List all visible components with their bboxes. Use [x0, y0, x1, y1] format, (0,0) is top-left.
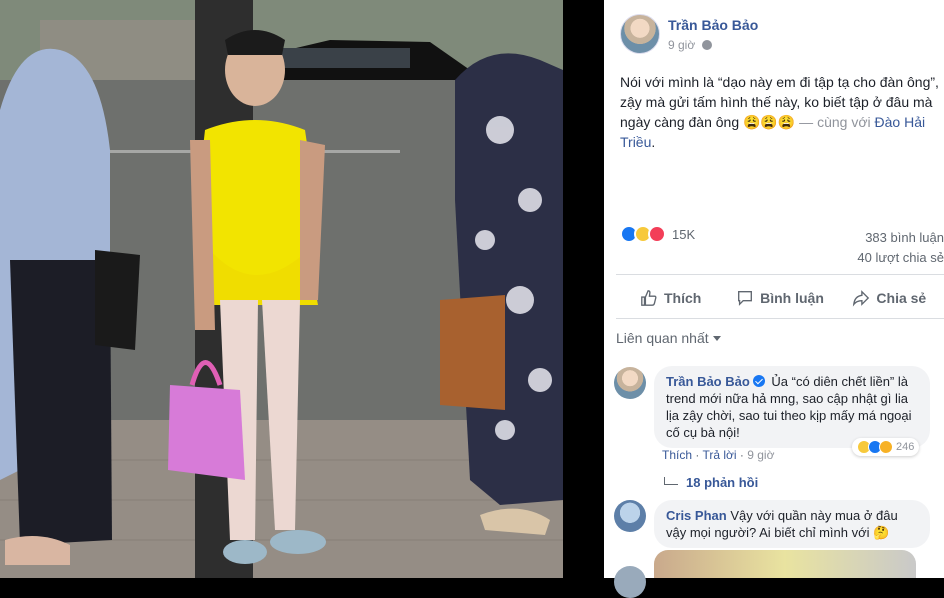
comment-reactions[interactable]: 246 [852, 438, 920, 456]
street-scene-image [0, 0, 563, 578]
comment-bubble: Cris Phan Vậy với quần này mua ở đâu vậy… [654, 500, 930, 548]
share-label: Chia sẻ [876, 290, 927, 306]
globe-icon[interactable] [701, 40, 712, 50]
sad-reaction-icon [879, 440, 893, 454]
divider [616, 274, 944, 275]
comment-reply-link[interactable]: Trả lời [702, 448, 736, 462]
comment-label: Bình luận [760, 290, 824, 306]
comment-author[interactable]: Cris Phan [666, 508, 727, 523]
comment-meta: Thích · Trả lời · 9 giờ [662, 448, 775, 462]
share-button[interactable]: Chia sẻ [835, 282, 944, 314]
post-photo [0, 0, 563, 578]
post-time[interactable]: 9 giờ [668, 38, 695, 52]
photo-viewer[interactable] [0, 0, 604, 578]
replies-count: 18 phản hồi [686, 475, 759, 490]
caret-down-icon [712, 336, 721, 341]
commenter-avatar[interactable] [614, 367, 646, 399]
post-actions: Thích Bình luận Chia sẻ [616, 282, 944, 314]
thumbs-up-icon [641, 290, 657, 306]
like-label: Thích [663, 290, 702, 306]
author-avatar[interactable] [620, 14, 660, 54]
verified-badge-icon [752, 375, 765, 387]
post-with-prefix: — cùng với [795, 114, 875, 130]
reaction-summary[interactable]: 15K [620, 224, 695, 244]
love-reaction-icon [648, 225, 666, 243]
comment-photo-attachment[interactable] [654, 550, 916, 578]
comment-bubble: Trần Bảo Bảo Ủa “có diên chết liền” là t… [654, 366, 930, 448]
reply-arrow-icon [664, 477, 678, 485]
comment-author[interactable]: Trần Bảo Bảo [666, 374, 750, 389]
comments-count-link[interactable]: 383 bình luận [857, 228, 944, 248]
post-author-name[interactable]: Trần Bảo Bảo [668, 17, 758, 33]
shares-count-link[interactable]: 40 lượt chia sẻ [857, 248, 944, 268]
like-button[interactable]: Thích [616, 282, 725, 314]
comment-icon [738, 291, 753, 306]
share-arrow-icon [853, 290, 870, 307]
post-header: Trần Bảo Bảo 9 giờ [620, 14, 758, 54]
reaction-count: 15K [672, 226, 696, 242]
view-replies-link[interactable]: 18 phản hồi [664, 475, 758, 490]
divider [616, 318, 944, 319]
commenter-avatar[interactable] [614, 566, 646, 598]
sort-label: Liên quan nhất [616, 330, 709, 346]
commenter-avatar[interactable] [614, 500, 646, 532]
comment-sort-dropdown[interactable]: Liên quan nhất [616, 330, 721, 346]
comment-reaction-count: 246 [896, 441, 915, 453]
comment-button[interactable]: Bình luận [725, 282, 834, 314]
post-stats: 383 bình luận 40 lượt chia sẻ [857, 228, 944, 268]
post-text: Nói với mình là “dạo này em đi tập tạ ch… [620, 72, 944, 152]
post-detail-panel: Trần Bảo Bảo 9 giờ Nói với mình là “dạo … [604, 0, 944, 578]
comment-like-link[interactable]: Thích [662, 448, 692, 462]
post-with-suffix: . [651, 134, 656, 150]
post-meta: 9 giờ [668, 38, 712, 52]
comment-time[interactable]: 9 giờ [747, 448, 774, 462]
